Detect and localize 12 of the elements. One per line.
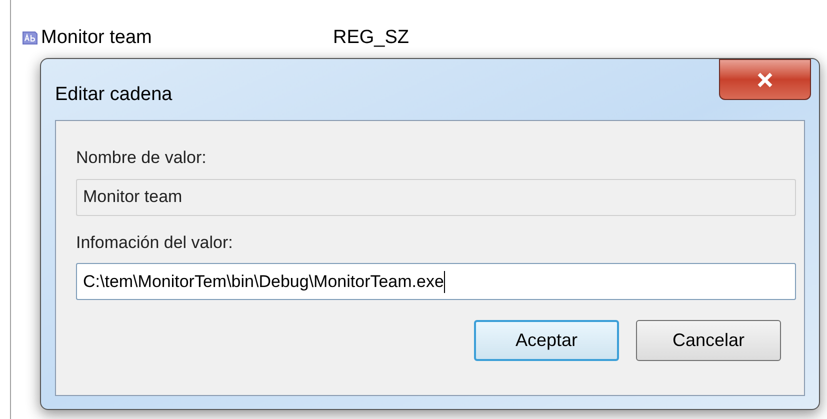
field-label: Nombre de valor: xyxy=(76,147,208,169)
input-field[interactable]: Monitor team xyxy=(76,178,796,216)
value-type: REG_SZ xyxy=(333,26,410,50)
dialog-title: Editar cadena xyxy=(55,83,174,107)
close-icon xyxy=(756,72,774,88)
close-button[interactable] xyxy=(719,59,811,100)
dialog-button[interactable]: Aceptar xyxy=(474,320,619,361)
dialog-button[interactable]: Cancelar xyxy=(636,320,781,361)
field-label: Infomación del valor: xyxy=(76,232,234,254)
input-field[interactable]: C:\tem\MonitorTem\bin\Debug\MonitorTeam.exe xyxy=(76,263,796,300)
string-value-icon xyxy=(22,30,38,46)
value-name: Monitor team xyxy=(41,26,153,50)
